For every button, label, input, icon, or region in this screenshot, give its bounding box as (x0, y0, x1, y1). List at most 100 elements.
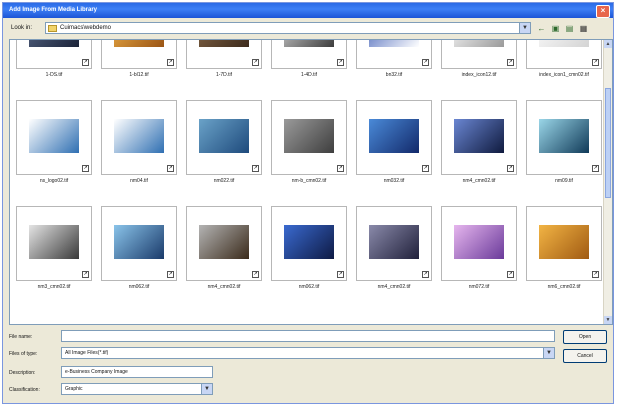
scroll-down-arrow[interactable]: ▼ (604, 316, 612, 324)
shortcut-arrow-icon: ↗ (82, 271, 89, 278)
shortcut-arrow-icon: ↗ (82, 165, 89, 172)
thumbnail-frame[interactable]: ↗ (186, 206, 262, 281)
list-item[interactable]: ↗ nm4_cmn02.tif (184, 206, 264, 306)
list-item[interactable]: ↗ bn32.tif (354, 40, 434, 94)
thumbnail-frame[interactable]: ↗ (356, 100, 432, 175)
file-name-caption: nm3_cmn02.tif (37, 284, 71, 290)
file-name-caption: nm4_cmn02.tif (207, 284, 241, 290)
vertical-scrollbar[interactable]: ▲ ▼ (603, 40, 612, 324)
blue-banner-thumbnail (369, 40, 419, 47)
file-name-caption: 1-bl12.tif (129, 72, 149, 78)
thumbnail-frame[interactable]: ↗ (101, 40, 177, 69)
thumbnail-frame[interactable]: ↗ (526, 40, 602, 69)
thumbnail-frame[interactable]: ↗ (186, 40, 262, 69)
shortcut-arrow-icon: ↗ (337, 165, 344, 172)
thumbnail-frame[interactable]: ↗ (16, 100, 92, 175)
look-in-dropdown[interactable]: Cuimacs\webdemo ▼ (45, 22, 531, 34)
file-name-caption: nm022.tif (213, 178, 235, 184)
list-item[interactable]: ↗ nm04.tif (99, 100, 179, 200)
file-name-caption: 1-DS.tif (45, 72, 63, 78)
thumbnail-frame[interactable]: ↗ (441, 40, 517, 69)
thumbnail-frame[interactable]: ↗ (441, 100, 517, 175)
thumbnail-frame[interactable]: ↗ (441, 206, 517, 281)
amber-abstract-thumbnail (114, 40, 164, 47)
shortcut-arrow-icon: ↗ (337, 59, 344, 66)
file-name-caption: nm062.tif (128, 284, 150, 290)
description-row: Description: e-Business Company Image (9, 366, 229, 380)
list-item[interactable]: ↗ nm-b_cmn02.tif (269, 100, 349, 200)
file-name-caption: nm062.tif (298, 284, 320, 290)
list-item[interactable]: ↗ nm032.tif (354, 100, 434, 200)
file-list[interactable]: ↗ 1-DS.tif ↗ 1-bl12.tif ↗ 1-7D.tif ↗ 1-4D.tif ↗ b… (9, 39, 613, 325)
metal-grid-thumbnail (284, 40, 334, 47)
description-input[interactable]: e-Business Company Image (61, 366, 213, 378)
list-item[interactable]: ↗ ns_logo02.tif (14, 100, 94, 200)
thumbnail-frame[interactable]: ↗ (101, 206, 177, 281)
file-name-input[interactable] (61, 330, 555, 342)
open-button[interactable]: Open (563, 330, 607, 344)
list-item[interactable]: ↗ nm072.tif (439, 206, 519, 306)
file-name-caption: ns_logo02.tif (39, 178, 69, 184)
list-item[interactable]: ↗ nm4_cmn02.tif (439, 100, 519, 200)
classification-label: Classification: (9, 387, 40, 393)
list-item[interactable]: ↗ 1-7D.tif (184, 40, 264, 94)
back-icon[interactable]: ← (535, 23, 548, 34)
thumbnail-frame[interactable]: ↗ (271, 206, 347, 281)
chevron-down-icon[interactable]: ▼ (519, 23, 530, 33)
shortcut-arrow-icon: ↗ (422, 59, 429, 66)
thumbnail-frame[interactable]: ↗ (16, 40, 92, 69)
thumbnail-frame[interactable]: ↗ (271, 40, 347, 69)
classification-dropdown[interactable]: Graphic ▼ (61, 383, 213, 395)
thumbnail-frame[interactable]: ↗ (526, 206, 602, 281)
thumbnail-frame[interactable]: ↗ (356, 206, 432, 281)
look-in-value: Cuimacs\webdemo (60, 25, 112, 31)
list-item[interactable]: ↗ 1-4D.tif (269, 40, 349, 94)
list-item[interactable]: ↗ index_icon12.tif (439, 40, 519, 94)
list-item[interactable]: ↗ nm3_cmn02.tif (14, 206, 94, 306)
blue-mesh-thumbnail (199, 119, 249, 153)
lens-thumbnail (29, 225, 79, 259)
views-menu-icon[interactable]: ▦ (577, 23, 590, 34)
up-folder-icon[interactable]: ▣ (549, 23, 562, 34)
list-item[interactable]: ↗ nm09.tif (524, 100, 604, 200)
thumbnail-frame[interactable]: ↗ (271, 100, 347, 175)
shortcut-arrow-icon: ↗ (422, 165, 429, 172)
bronze-texture-thumbnail (199, 40, 249, 47)
list-item[interactable]: ↗ nm6_cmn02.tif (524, 206, 604, 306)
chevron-down-icon[interactable]: ▼ (201, 384, 212, 394)
thumbnail-frame[interactable]: ↗ (526, 100, 602, 175)
list-item[interactable]: ↗ index_icon1_cmn02.tif (524, 40, 604, 94)
list-item[interactable]: ↗ nm062.tif (99, 206, 179, 306)
thumbnail-frame[interactable]: ↗ (356, 40, 432, 69)
file-name-caption: index_icon1_cmn02.tif (539, 72, 589, 78)
file-name-caption: nm4_cmn02.tif (377, 284, 411, 290)
shortcut-arrow-icon: ↗ (507, 59, 514, 66)
new-folder-icon[interactable]: ▤ (563, 23, 576, 34)
thumbnail-frame[interactable]: ↗ (101, 100, 177, 175)
shortcut-arrow-icon: ↗ (82, 59, 89, 66)
scroll-thumb[interactable] (605, 88, 611, 198)
files-of-type-dropdown[interactable]: All Image Files(*.tif) ▼ (61, 347, 555, 359)
lightning-thumbnail (369, 225, 419, 259)
cancel-button[interactable]: Cancel (563, 349, 607, 363)
list-item[interactable]: ↗ nm062.tif (269, 206, 349, 306)
blue-glow-thumbnail (369, 119, 419, 153)
list-item[interactable]: ↗ nm4_cmn02.tif (354, 206, 434, 306)
list-item[interactable]: ↗ 1-bl12.tif (99, 40, 179, 94)
files-of-type-row: Files of type: All Image Files(*.tif) ▼ … (9, 347, 609, 363)
thumbnail-frame[interactable]: ↗ (186, 100, 262, 175)
files-of-type-label: Files of type: (9, 351, 38, 357)
shortcut-arrow-icon: ↗ (252, 59, 259, 66)
chevron-down-icon[interactable]: ▼ (543, 348, 554, 358)
shortcut-arrow-icon: ↗ (592, 271, 599, 278)
file-name-caption: index_icon12.tif (461, 72, 497, 78)
file-name-caption: nm-b_cmn02.tif (291, 178, 327, 184)
file-name-caption: 1-4D.tif (300, 72, 318, 78)
file-name-label: File name: (9, 334, 33, 340)
close-button[interactable]: × (596, 5, 610, 18)
scroll-up-arrow[interactable]: ▲ (604, 40, 612, 48)
thumbnail-frame[interactable]: ↗ (16, 206, 92, 281)
list-item[interactable]: ↗ nm022.tif (184, 100, 264, 200)
list-item[interactable]: ↗ 1-DS.tif (14, 40, 94, 94)
amber-abstract-thumbnail (539, 225, 589, 259)
